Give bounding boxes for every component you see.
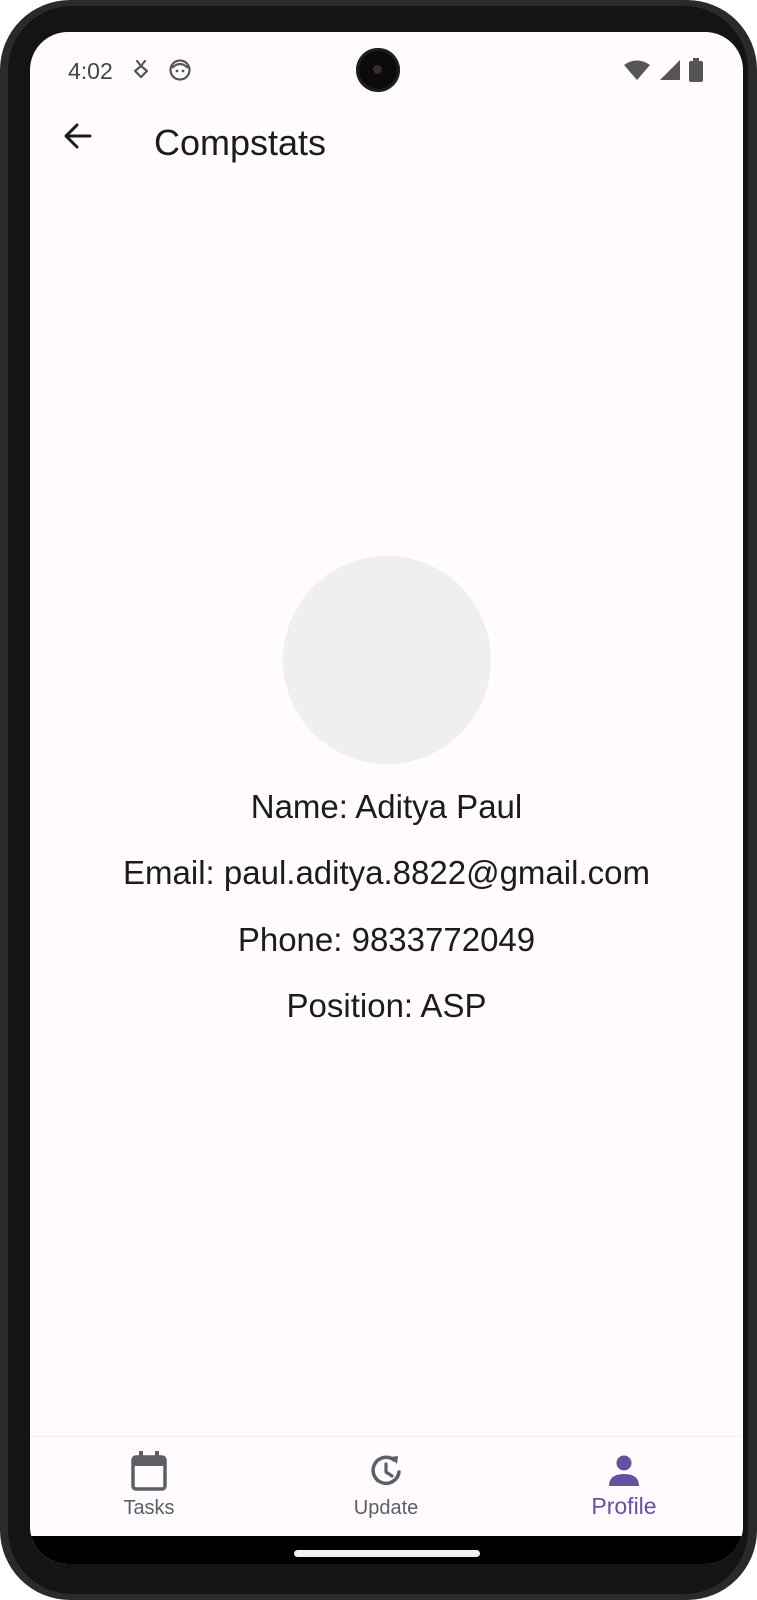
device-bezel: 4:02 Compstats Name: Aditya Paul Email: … <box>8 6 748 1594</box>
cellular-signal-icon <box>659 59 681 86</box>
bottom-navigation: Tasks Update Profile <box>30 1436 743 1536</box>
nav-label-profile: Profile <box>591 1493 657 1519</box>
screen: 4:02 Compstats Name: Aditya Paul Email: … <box>30 32 743 1564</box>
profile-name: Name: Aditya Paul <box>250 788 523 825</box>
nav-label-update: Update <box>353 1497 419 1519</box>
avatar <box>283 556 491 764</box>
status-time: 4:02 <box>68 58 113 84</box>
home-indicator[interactable] <box>294 1550 480 1557</box>
back-button[interactable] <box>52 110 104 162</box>
person-icon <box>607 1451 641 1491</box>
nav-item-update[interactable]: Update <box>267 1437 505 1537</box>
battery-icon <box>689 58 703 87</box>
front-camera <box>356 48 400 92</box>
profile-phone: Phone: 9833772049 <box>237 921 536 958</box>
download-notification-icon <box>132 58 150 87</box>
device-frame: 4:02 Compstats Name: Aditya Paul Email: … <box>0 0 757 1600</box>
calendar-icon <box>130 1451 168 1491</box>
arrow-back-icon <box>64 123 92 149</box>
app-bar: Compstats <box>30 102 743 174</box>
face-notification-icon <box>168 58 192 87</box>
profile-position: Position: ASP <box>286 987 487 1024</box>
profile-email: Email: paul.aditya.8822@gmail.com <box>123 854 650 891</box>
history-update-icon <box>367 1451 405 1491</box>
status-right-icons <box>623 58 703 87</box>
wifi-icon <box>623 59 651 86</box>
nav-item-tasks[interactable]: Tasks <box>30 1437 268 1537</box>
page-title: Compstats <box>154 122 327 163</box>
nav-label-tasks: Tasks <box>123 1497 175 1519</box>
status-bar: 4:02 <box>30 32 743 102</box>
nav-item-profile[interactable]: Profile <box>505 1437 743 1537</box>
